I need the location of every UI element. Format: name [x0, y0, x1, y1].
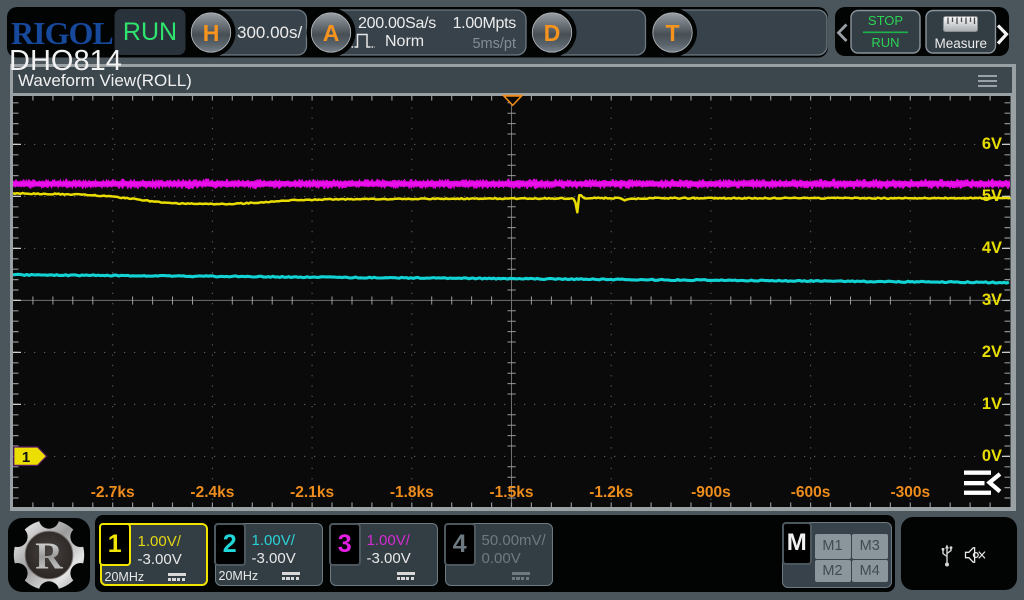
- svg-text:R: R: [35, 536, 63, 578]
- svg-text:1: 1: [21, 449, 29, 466]
